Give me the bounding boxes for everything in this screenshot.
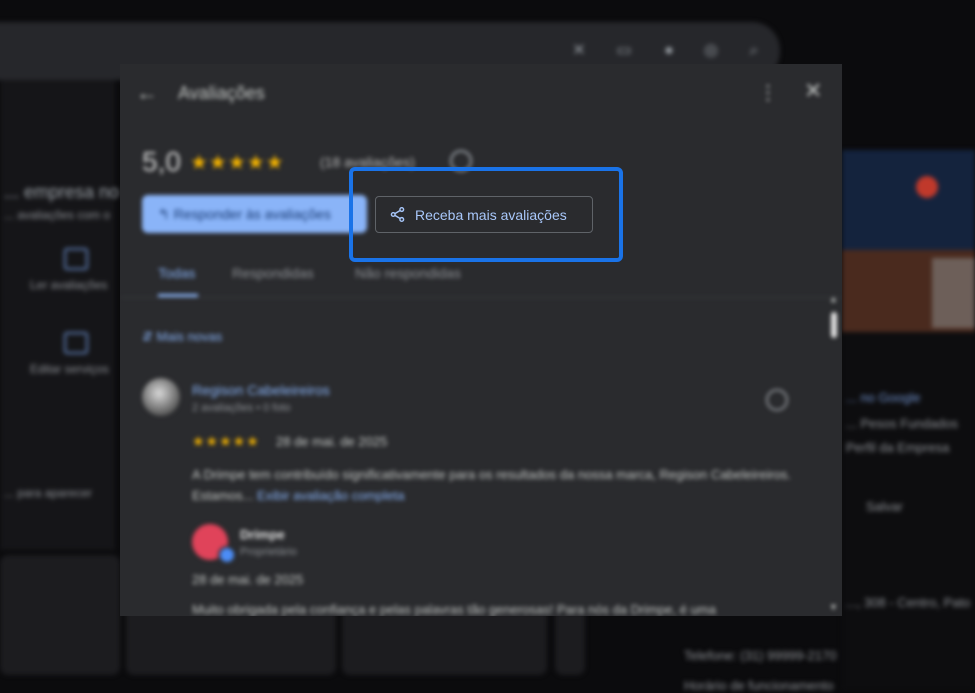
reviews-dialog: ← Avaliações ⋮ ✕ 5,0 ★★★★★ (18 avaliaçõe… bbox=[120, 64, 842, 616]
review-date: 28 de mai. de 2025 bbox=[276, 434, 388, 449]
review-options-icon[interactable] bbox=[766, 389, 788, 411]
avatar[interactable] bbox=[142, 378, 180, 416]
left-panel: ... empresa no ... avaliações com o Ler … bbox=[0, 80, 119, 550]
business-photo bbox=[842, 250, 975, 332]
right-text: Perfil da Empresa bbox=[846, 440, 950, 455]
review-author[interactable]: Regison Cabeleireiros bbox=[192, 382, 330, 398]
hours-text: Horário de funcionamento bbox=[684, 678, 834, 693]
tab-unreplied[interactable]: Não respondidas bbox=[355, 265, 461, 281]
divider bbox=[120, 297, 842, 298]
search-icon: ⌕ bbox=[749, 42, 759, 59]
left-text: ... avaliações com o bbox=[4, 208, 111, 222]
left-text: ... empresa no bbox=[4, 182, 120, 202]
reply-button-label: Responder às avaliações bbox=[173, 206, 331, 222]
rating-stars: ★★★★★ bbox=[190, 152, 285, 174]
owner-reply-text: Muito obrigada pela confiança e pelas pa… bbox=[192, 602, 716, 616]
scroll-up-icon[interactable]: ▲ bbox=[829, 294, 838, 304]
more-vert-icon[interactable]: ⋮ bbox=[758, 80, 778, 105]
phone-text: Telefone: (31) 99999-2170 bbox=[684, 648, 837, 663]
right-text: ... Pesos Fundados bbox=[846, 416, 959, 431]
rating-value: 5,0 bbox=[142, 146, 181, 177]
reply-icon: ↰ bbox=[158, 206, 174, 222]
right-text: ..., 308 - Centro, Pato bbox=[846, 595, 971, 610]
verified-badge-icon bbox=[218, 546, 236, 564]
owner-reply-date: 28 de mai. de 2025 bbox=[192, 572, 304, 587]
lens-icon: ◎ bbox=[704, 42, 718, 59]
bg-card bbox=[0, 555, 120, 675]
show-full-review-link[interactable]: Exibir avaliação completa bbox=[257, 488, 404, 503]
sort-dropdown[interactable]: ⇵ Mais novas bbox=[142, 329, 222, 345]
review-meta: 2 avaliações • 0 foto bbox=[192, 402, 291, 414]
sort-icon: ⇵ bbox=[142, 329, 157, 344]
dialog-title: Avaliações bbox=[178, 83, 265, 103]
left-text: ... para aparecer bbox=[4, 486, 93, 500]
reviews-icon bbox=[64, 248, 88, 270]
mic-icon: ● bbox=[664, 42, 674, 59]
scroll-thumb[interactable] bbox=[831, 312, 837, 338]
map-thumbnail bbox=[842, 150, 975, 250]
scrollbar[interactable]: ▲ ▼ bbox=[828, 294, 840, 616]
sort-label: Mais novas bbox=[156, 329, 223, 344]
owner-role: Proprietário bbox=[240, 546, 297, 558]
reply-reviews-button[interactable]: ↰ Responder às avaliações bbox=[142, 195, 367, 233]
close-icon: ✕ bbox=[572, 42, 586, 59]
keyboard-icon: ▭ bbox=[616, 42, 632, 59]
arrow-left-icon[interactable]: ← bbox=[136, 80, 158, 106]
tab-all[interactable]: Todas bbox=[158, 265, 195, 281]
close-icon[interactable]: ✕ bbox=[804, 78, 822, 104]
left-text: Editar serviços bbox=[30, 362, 109, 376]
owner-name: Drimpe bbox=[240, 527, 285, 542]
review-text: A Drimpe tem contribuído significativame… bbox=[192, 464, 792, 506]
save-label: Salvar bbox=[866, 499, 903, 514]
map-pin-icon bbox=[916, 176, 938, 198]
services-icon bbox=[64, 332, 88, 354]
tab-replied[interactable]: Respondidas bbox=[232, 265, 314, 281]
left-text: Ler avaliações bbox=[30, 278, 108, 292]
scroll-down-icon[interactable]: ▼ bbox=[829, 602, 838, 612]
review-stars: ★★★★★ bbox=[192, 433, 260, 449]
right-text: ... no Google bbox=[846, 390, 921, 405]
highlight-frame bbox=[349, 167, 623, 262]
